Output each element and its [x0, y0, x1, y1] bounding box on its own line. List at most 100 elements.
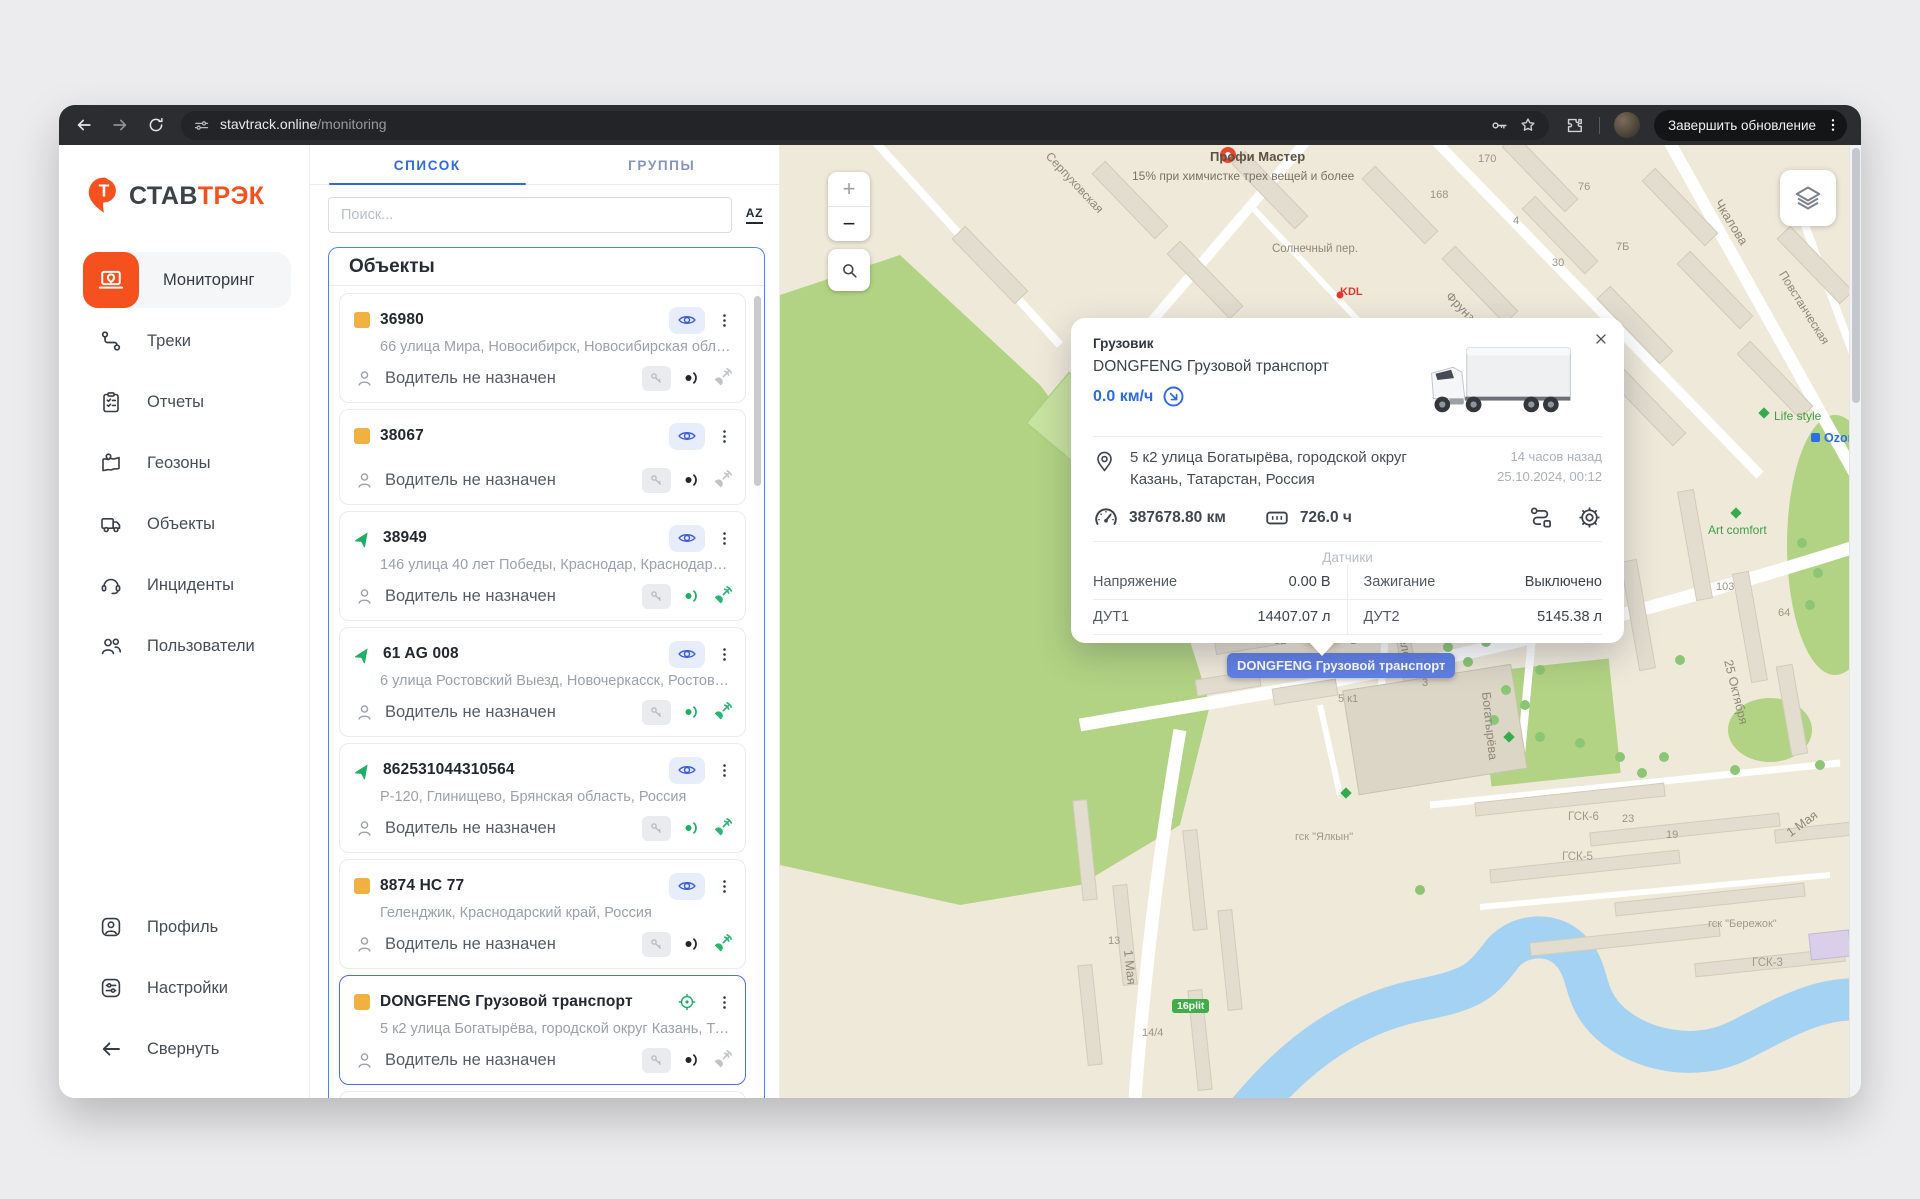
close-icon[interactable]: [1590, 328, 1612, 350]
ignition-icon: [681, 368, 701, 388]
vehicle-card[interactable]: 61 AG 008 6 улица Ростовский Выезд, Ново…: [339, 627, 746, 737]
driver-icon: [354, 934, 375, 955]
sidebar-item-profile[interactable]: Профиль: [83, 899, 291, 955]
sort-az-button[interactable]: AZ: [746, 206, 763, 224]
sensor-value: 5145.38 л: [1537, 609, 1602, 625]
sidebar-footer: Профиль Настройки Свернуть: [59, 894, 309, 1082]
address-bar[interactable]: stavtrack.online/monitoring: [181, 111, 1549, 140]
sidebar-item-settings[interactable]: Настройки: [83, 960, 291, 1016]
vehicle-card[interactable]: 36980 66 улица Мира, Новосибирск, Новоси…: [339, 293, 746, 403]
driver-icon: [354, 818, 375, 839]
objects-list: 36980 66 улица Мира, Новосибирск, Новоси…: [329, 286, 764, 1098]
bookmark-star-icon[interactable]: [1519, 116, 1537, 134]
status-moving-icon: [354, 761, 373, 780]
reload-icon[interactable]: [145, 114, 167, 136]
profile-avatar[interactable]: [1614, 112, 1640, 138]
browser-window: stavtrack.online/monitoring Завершить об…: [59, 105, 1861, 1098]
visibility-eye-button[interactable]: [669, 525, 705, 552]
list-scrollbar[interactable]: [754, 296, 761, 486]
sidebar-item-tracks[interactable]: Треки: [83, 313, 291, 369]
satellite-icon: [711, 817, 733, 839]
toolbar-divider: [1599, 117, 1600, 134]
vehicle-title: DONGFENG Грузовой транспорт: [380, 993, 633, 1011]
sidebar-item-incidents[interactable]: Инциденты: [83, 557, 291, 613]
sidebar-collapse[interactable]: Свернуть: [83, 1021, 291, 1077]
vehicle-title: 36980: [380, 311, 424, 329]
card-menu-button[interactable]: [715, 309, 733, 331]
password-key-icon[interactable]: [1490, 116, 1509, 135]
vehicle-title: 8874 НС 77: [380, 877, 464, 895]
zoom-out-button[interactable]: −: [828, 207, 870, 241]
card-menu-button[interactable]: [715, 991, 733, 1013]
driver-icon: [354, 470, 375, 491]
visibility-eye-button[interactable]: [669, 873, 705, 900]
visibility-eye-button[interactable]: [669, 307, 705, 334]
tab-list[interactable]: СПИСОК: [310, 145, 545, 184]
forward-icon[interactable]: [109, 114, 131, 136]
map[interactable]: Профи Мастер 15% при химчистке трех веще…: [780, 145, 1861, 1098]
sidebar-item-label: Пользователи: [147, 637, 255, 656]
browser-toolbar: stavtrack.online/monitoring Завершить об…: [59, 105, 1861, 145]
sensors-grid: Напряжение0.00 В ЗажиганиеВыключено ДУТ1…: [1093, 565, 1602, 635]
sidebar-item-users[interactable]: Пользователи: [83, 618, 291, 674]
monitoring-icon: [83, 252, 139, 308]
finish-update-button[interactable]: Завершить обновление: [1654, 110, 1847, 141]
panel-tabs: СПИСОК ГРУППЫ: [310, 145, 779, 185]
zoom-in-button[interactable]: +: [828, 172, 870, 206]
extensions-icon[interactable]: [1563, 114, 1585, 136]
sidebar-item-label: Геозоны: [147, 454, 211, 473]
vehicle-card-selected[interactable]: DONGFENG Грузовой транспорт 5 к2 улица Б…: [339, 975, 746, 1085]
sensor-value: Выключено: [1525, 574, 1602, 590]
locate-target-button[interactable]: [669, 989, 705, 1016]
sensor-name: Зажигание: [1364, 574, 1436, 590]
sidebar-item-objects[interactable]: Объекты: [83, 496, 291, 552]
sidebar-item-label: Объекты: [147, 515, 215, 534]
vehicle-card[interactable]: 38067 Водитель не назначен: [339, 409, 746, 505]
popup-address: 5 к2 улица Богатырёва, городской округКа…: [1130, 447, 1483, 491]
visibility-eye-button[interactable]: [669, 423, 705, 450]
status-parked-icon: [354, 994, 370, 1010]
sidebar-item-monitoring[interactable]: Мониторинг: [83, 252, 291, 308]
ignition-icon: [681, 934, 701, 954]
site-info-icon[interactable]: [193, 117, 210, 134]
key-icon: [642, 584, 671, 609]
sidebar-item-geozones[interactable]: Геозоны: [83, 435, 291, 491]
zoom-control: + −: [828, 172, 870, 241]
sensor-name: Напряжение: [1093, 574, 1177, 590]
visibility-eye-button[interactable]: [669, 641, 705, 668]
back-icon[interactable]: [73, 114, 95, 136]
layers-button[interactable]: [1780, 170, 1836, 226]
sidebar-item-reports[interactable]: Отчеты: [83, 374, 291, 430]
menu-dots-icon: [1825, 117, 1841, 133]
vehicle-marker-label[interactable]: DONGFENG Грузовой транспорт: [1227, 653, 1455, 678]
vehicle-address: 146 улица 40 лет Победы, Краснодар, Крас…: [380, 557, 733, 573]
map-search-button[interactable]: [828, 249, 870, 291]
card-menu-button[interactable]: [715, 759, 733, 781]
objects-panel: СПИСОК ГРУППЫ AZ Объекты 36980: [309, 145, 780, 1098]
tracks-icon: [99, 329, 123, 353]
map-scrollbar[interactable]: [1852, 148, 1860, 403]
card-menu-button[interactable]: [715, 643, 733, 665]
satellite-icon: [711, 585, 733, 607]
popup-category: Грузовик: [1093, 336, 1416, 351]
search-input[interactable]: [328, 197, 732, 233]
route-icon[interactable]: [1528, 505, 1553, 530]
url-text: stavtrack.online/monitoring: [220, 116, 387, 134]
vehicle-card[interactable]: 8874 НС 77 Геленджик, Краснодарский край…: [339, 859, 746, 969]
finish-update-label: Завершить обновление: [1668, 118, 1816, 133]
vehicle-card[interactable]: 38949 146 улица 40 лет Победы, Краснодар…: [339, 511, 746, 621]
vehicle-card[interactable]: 862531044310564 Р-120, Глинищево, Брянск…: [339, 743, 746, 853]
visibility-eye-button[interactable]: [669, 757, 705, 784]
card-menu-button[interactable]: [715, 875, 733, 897]
sidebar-item-label: Мониторинг: [163, 271, 255, 290]
tab-groups[interactable]: ГРУППЫ: [545, 145, 780, 184]
gear-icon[interactable]: [1577, 505, 1602, 530]
direction-icon[interactable]: [1162, 385, 1185, 408]
vehicle-card[interactable]: DONGFENG Грузовой траснспорт 71 улица Пе…: [339, 1091, 746, 1098]
sidebar-item-label: Профиль: [147, 918, 218, 937]
key-icon: [642, 366, 671, 391]
card-menu-button[interactable]: [715, 527, 733, 549]
logo[interactable]: СТАВТРЭК: [59, 145, 309, 223]
ignition-icon: [681, 1050, 701, 1070]
card-menu-button[interactable]: [715, 425, 733, 447]
